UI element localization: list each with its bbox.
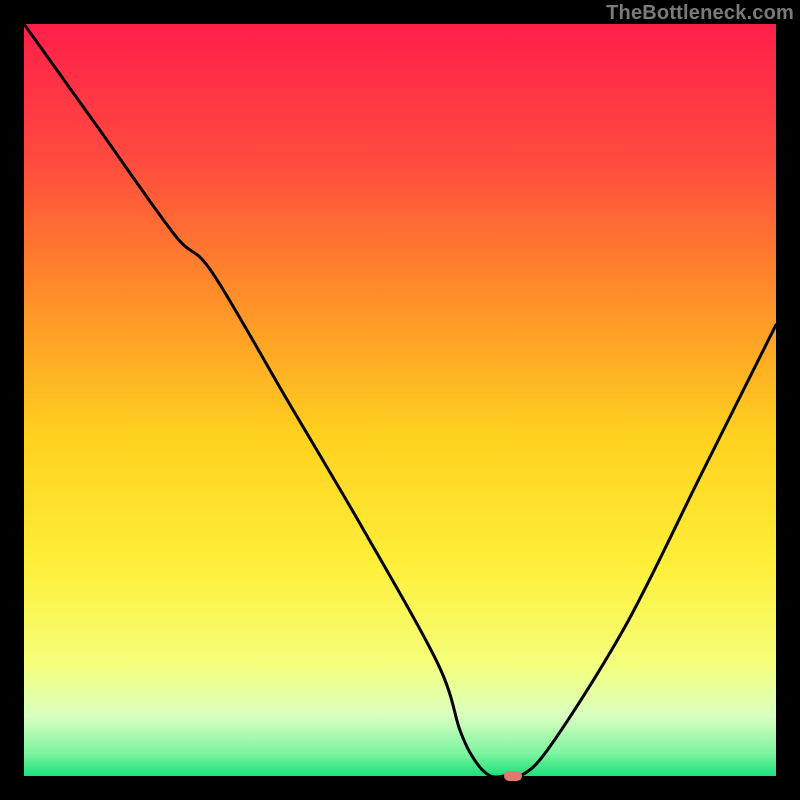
plot-area bbox=[24, 24, 776, 776]
chart-frame: TheBottleneck.com bbox=[0, 0, 800, 800]
curve-layer bbox=[24, 24, 776, 776]
watermark-text: TheBottleneck.com bbox=[606, 2, 794, 25]
optimal-marker bbox=[504, 771, 522, 781]
bottleneck-curve bbox=[24, 24, 776, 776]
